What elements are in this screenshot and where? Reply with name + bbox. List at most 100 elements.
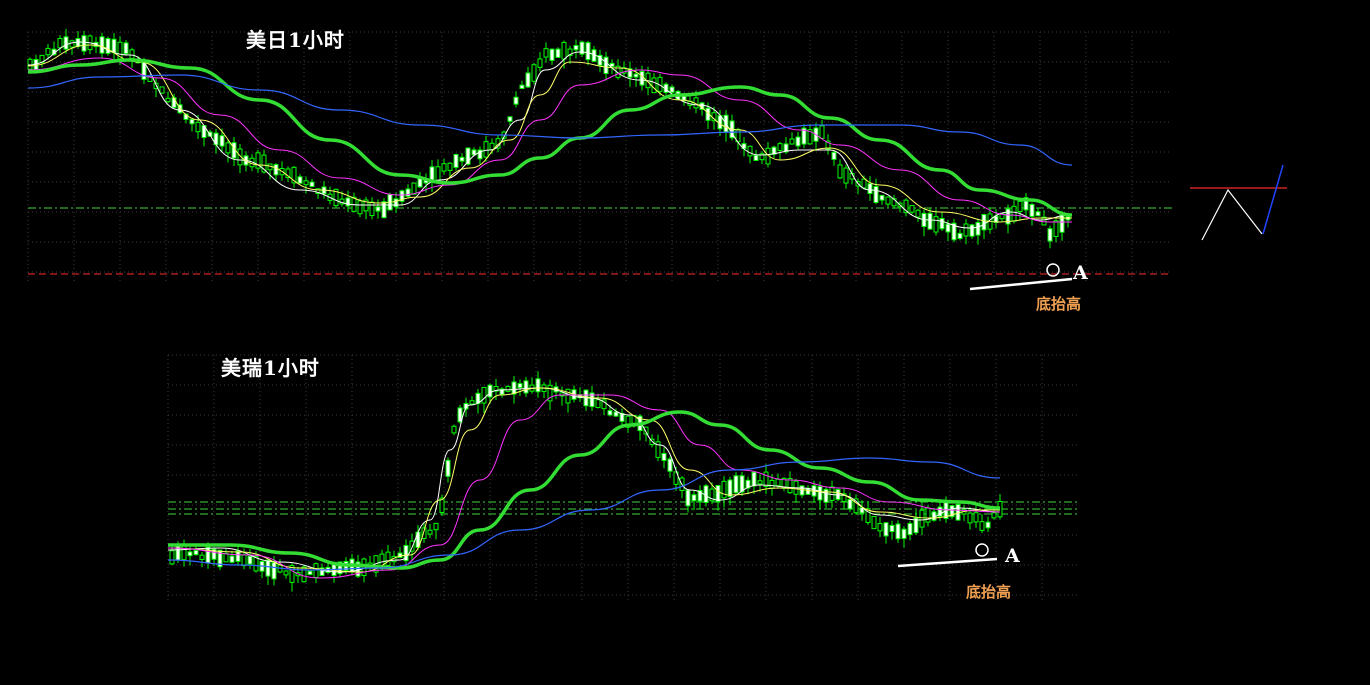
- candle-usdchf-body: [907, 522, 913, 536]
- candle-usdjpy-body: [1053, 220, 1059, 237]
- candle-usdjpy-body: [483, 141, 489, 158]
- candle-usdchf-body: [193, 549, 199, 556]
- candle-usdjpy-body: [1029, 204, 1035, 217]
- candle-usdjpy-body: [57, 38, 63, 49]
- candle-usdchf-body: [307, 570, 313, 576]
- candle-usdjpy-body: [789, 138, 795, 145]
- candle-usdjpy-body: [513, 96, 519, 105]
- candle-usdchf-body: [301, 566, 307, 583]
- candle-usdjpy-body: [27, 58, 33, 70]
- candle-usdjpy-body: [909, 205, 915, 213]
- candle-usdchf-body: [847, 498, 853, 510]
- point-label-usdchf: A: [1005, 545, 1020, 567]
- candle-usdchf-body: [469, 400, 475, 405]
- candle-usdjpy-body: [99, 36, 105, 54]
- candle-usdjpy-body: [303, 180, 309, 186]
- candle-usdjpy-body: [753, 154, 759, 162]
- bottom-pattern-sketch: [1201, 188, 1263, 241]
- candle-usdchf-body: [247, 555, 253, 565]
- candle-usdchf-body: [727, 479, 733, 498]
- candle-usdchf-body: [187, 551, 193, 557]
- candle-usdjpy-body: [819, 125, 825, 139]
- candle-usdchf-body: [703, 485, 709, 503]
- candle-usdchf-body: [241, 554, 247, 567]
- candle-usdjpy-body: [309, 181, 315, 188]
- candle-usdchf-body: [181, 545, 187, 561]
- candle-usdchf-body: [199, 554, 205, 560]
- candle-usdjpy-body: [957, 232, 963, 239]
- candle-usdchf-body: [973, 512, 979, 523]
- ma-line-usdjpy-yellow: [27, 44, 1072, 223]
- candle-usdjpy-body: [561, 41, 567, 60]
- candle-usdjpy-body: [603, 56, 609, 74]
- candle-usdjpy-body: [447, 162, 453, 171]
- candle-usdjpy-body: [669, 86, 675, 93]
- candle-usdjpy-body: [777, 143, 783, 151]
- breakout-sketch: [1262, 164, 1284, 235]
- candle-usdchf-body: [235, 550, 241, 562]
- candle-usdchf-body: [967, 512, 973, 524]
- candle-usdchf-body: [205, 546, 211, 564]
- candle-usdjpy-body: [915, 209, 921, 218]
- candle-usdchf-body: [823, 488, 829, 503]
- candle-usdjpy-body: [543, 48, 549, 58]
- candle-usdjpy-body: [651, 77, 657, 94]
- candle-usdjpy-body: [963, 223, 969, 237]
- ma-line-usdchf-green: [167, 410, 1001, 570]
- candle-usdjpy-body: [525, 72, 531, 88]
- candle-usdjpy-body: [585, 42, 591, 61]
- candle-usdjpy-body: [63, 36, 69, 50]
- candle-usdjpy-body: [381, 201, 387, 219]
- circle-marker-usdchf: [975, 543, 989, 557]
- ma-line-usdchf-white: [167, 387, 1001, 573]
- candle-usdchf-body: [505, 385, 511, 392]
- candle-usdchf-body: [283, 570, 289, 576]
- candle-usdchf-body: [763, 471, 769, 488]
- candle-usdjpy-body: [831, 151, 837, 160]
- candle-usdjpy-body: [225, 142, 231, 154]
- candle-usdjpy-body: [69, 40, 75, 48]
- candle-usdchf-body: [889, 524, 895, 533]
- candle-usdchf-body: [523, 380, 529, 394]
- pattern-sketch: [1190, 164, 1287, 241]
- candle-usdjpy-body: [123, 42, 129, 55]
- candle-usdjpy-body: [441, 163, 447, 172]
- candle-usdjpy-body: [537, 58, 543, 68]
- candle-usdchf-body: [169, 550, 175, 565]
- candle-usdchf-body: [751, 471, 757, 487]
- candle-usdchf-body: [313, 563, 319, 579]
- candle-usdchf-body: [607, 410, 613, 416]
- candle-usdchf-body: [517, 383, 523, 389]
- point-label-usdjpy: A: [1073, 262, 1088, 284]
- candle-usdchf-body: [265, 559, 271, 577]
- candle-usdjpy-body: [975, 221, 981, 236]
- candle-usdchf-body: [175, 544, 181, 561]
- candle-usdjpy-body: [1017, 200, 1023, 212]
- candle-usdjpy-body: [507, 116, 513, 122]
- candle-usdjpy-body: [969, 224, 975, 237]
- candle-usdjpy-body: [939, 217, 945, 230]
- candle-usdjpy-body: [1035, 211, 1041, 217]
- candle-usdchf-body: [535, 378, 541, 393]
- candle-usdchf-body: [979, 521, 985, 531]
- ma-line-usdjpy-white: [27, 41, 1071, 229]
- candle-usdchf-body: [895, 523, 901, 540]
- candle-usdchf-body: [427, 529, 433, 535]
- candle-usdjpy-body: [165, 97, 171, 103]
- candle-usdchf-body: [817, 486, 823, 501]
- candle-usdchf-body: [877, 523, 883, 532]
- candle-usdchf-body: [871, 515, 877, 530]
- candle-usdjpy-body: [111, 38, 117, 54]
- candle-usdjpy-body: [435, 166, 441, 183]
- candle-usdjpy-body: [639, 70, 645, 86]
- candle-usdjpy-body: [273, 164, 279, 176]
- candle-usdjpy-body: [873, 185, 879, 204]
- candle-usdchf-body: [925, 507, 931, 523]
- candle-usdjpy-body: [1047, 228, 1053, 242]
- candle-usdjpy-body: [555, 48, 561, 58]
- candle-usdjpy-body: [861, 178, 867, 189]
- candle-usdjpy-body: [885, 196, 891, 205]
- candle-usdchf-body: [511, 381, 517, 395]
- candle-usdjpy-body: [879, 194, 885, 201]
- ma-line-usdchf-yellow: [167, 387, 1000, 573]
